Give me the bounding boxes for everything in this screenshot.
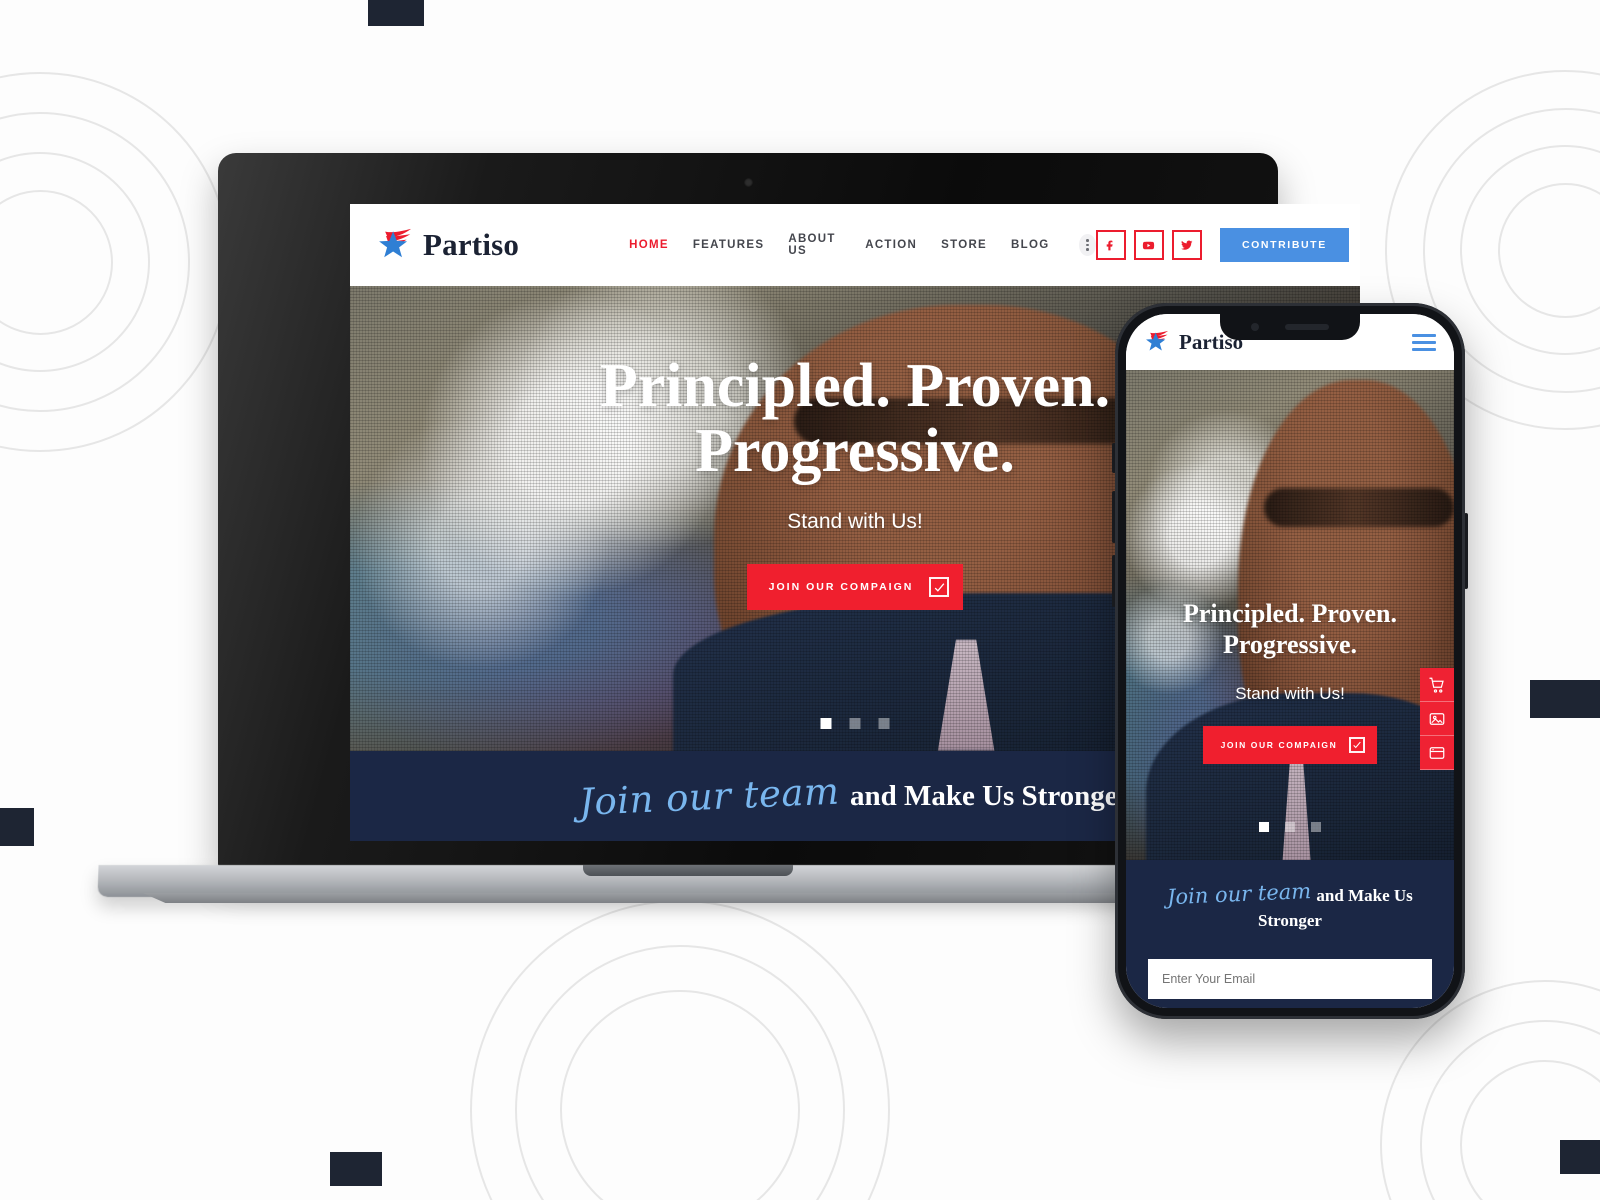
checkbox-check-icon — [929, 577, 950, 598]
star-swoosh-logo-icon — [376, 228, 414, 262]
band-rest-text: and Make Us Stronger — [849, 779, 1131, 812]
mobile-email-signup — [1126, 949, 1454, 1008]
mobile-hero-section: Principled. Proven. Progressive. Stand w… — [1126, 370, 1454, 860]
mobile-carousel-dot-2[interactable] — [1285, 822, 1295, 832]
laptop-trackpad-notch — [583, 865, 793, 876]
decor-square — [368, 0, 424, 26]
phone-mockup: Partiso Principled. Proven. Progressive.… — [1112, 303, 1468, 1019]
mobile-carousel-dot-3[interactable] — [1311, 822, 1321, 832]
carousel-dot-2[interactable] — [849, 718, 861, 729]
decor-square — [0, 808, 34, 846]
shopping-cart-icon[interactable] — [1420, 668, 1454, 702]
hero-carousel-dots — [820, 718, 890, 729]
phone-notch — [1220, 314, 1360, 340]
hero-title: Principled. Proven. Progressive. — [599, 352, 1111, 486]
laptop-camera-icon — [744, 178, 753, 187]
phone-speaker-icon — [1285, 324, 1329, 330]
join-campaign-label: JOIN OUR COMPAIGN — [768, 581, 914, 594]
mobile-join-team-band: Join our team and Make Us Stronger — [1126, 860, 1454, 950]
mobile-carousel-dots — [1259, 822, 1321, 832]
decor-square — [1530, 680, 1600, 718]
mockup-stage: Partiso HOME FEATURES ABOUT US ACTION ST… — [0, 0, 1600, 1200]
nav-link-store[interactable]: STORE — [941, 239, 987, 251]
nav-link-blog[interactable]: BLOG — [1011, 239, 1049, 251]
mobile-band-script-text: Join our team — [1166, 878, 1312, 910]
mobile-side-tabs — [1420, 668, 1454, 770]
phone-front-camera-icon — [1251, 323, 1259, 331]
mobile-hero-subtitle: Stand with Us! — [1235, 684, 1345, 704]
mobile-hero-title: Principled. Proven. Progressive. — [1183, 598, 1397, 660]
hamburger-menu-icon[interactable] — [1412, 333, 1436, 351]
nav-link-about-us[interactable]: ABOUT US — [788, 233, 841, 257]
hero-title-line-2: Progressive. — [695, 417, 1015, 486]
nav-link-home[interactable]: HOME — [629, 239, 669, 251]
join-campaign-button[interactable]: JOIN OUR COMPAIGN — [746, 564, 964, 611]
laptop-foot — [142, 893, 1234, 903]
brand-name: Partiso — [423, 227, 520, 262]
twitter-icon[interactable] — [1171, 230, 1202, 260]
nav-link-action[interactable]: ACTION — [865, 239, 917, 251]
brand-logo[interactable]: Partiso — [376, 227, 519, 263]
decor-square — [1560, 1140, 1600, 1174]
mobile-hero-title-line-2: Progressive. — [1222, 630, 1358, 660]
nav-link-features[interactable]: FEATURES — [693, 239, 765, 251]
carousel-dot-3[interactable] — [878, 718, 890, 729]
gallery-image-icon[interactable] — [1420, 702, 1454, 736]
email-input[interactable] — [1148, 959, 1432, 1000]
navbar-right-group: CONTRIBUTE — [1095, 228, 1349, 262]
decor-square — [330, 1152, 382, 1186]
contribute-button[interactable]: CONTRIBUTE — [1219, 228, 1349, 262]
checkbox-check-icon — [1349, 737, 1366, 754]
mobile-carousel-dot-1[interactable] — [1259, 822, 1269, 832]
youtube-icon[interactable] — [1133, 230, 1164, 260]
hero-title-line-1: Principled. Proven. — [599, 352, 1111, 420]
carousel-dot-1[interactable] — [820, 718, 832, 729]
mobile-join-campaign-label: JOIN OUR COMPAIGN — [1220, 740, 1338, 751]
hero-subtitle: Stand with Us! — [787, 510, 923, 534]
laptop-mockup: Partiso HOME FEATURES ABOUT US ACTION ST… — [97, 153, 1360, 913]
facebook-icon[interactable] — [1095, 230, 1126, 260]
mobile-hero-title-line-1: Principled. Proven. — [1182, 599, 1397, 628]
desktop-navbar: Partiso HOME FEATURES ABOUT US ACTION ST… — [350, 204, 1360, 286]
phone-body: Partiso Principled. Proven. Progressive.… — [1115, 303, 1465, 1019]
browser-window-icon[interactable] — [1420, 736, 1454, 770]
mobile-hero-content: Principled. Proven. Progressive. Stand w… — [1126, 370, 1454, 860]
mobile-website-viewport: Partiso Principled. Proven. Progressive.… — [1126, 314, 1454, 1008]
desktop-nav-links: HOME FEATURES ABOUT US ACTION STORE BLOG — [629, 233, 1096, 257]
vertical-dots-icon[interactable] — [1079, 234, 1096, 256]
mobile-join-campaign-button[interactable]: JOIN OUR COMPAIGN — [1202, 726, 1378, 765]
band-script-text: Join our team — [578, 769, 841, 824]
